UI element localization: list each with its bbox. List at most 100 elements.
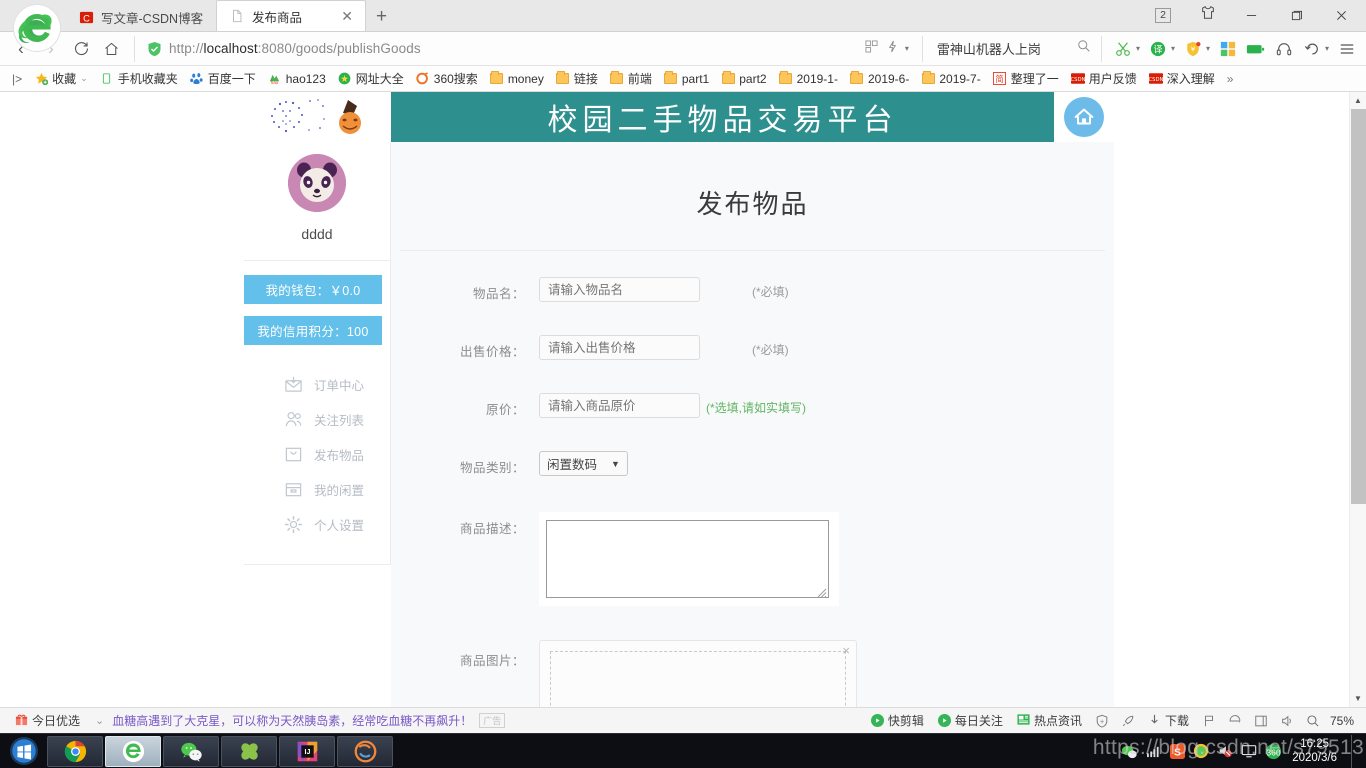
apps-grid-icon[interactable] [1215, 36, 1241, 62]
bookmark-folder-money[interactable]: money [484, 68, 550, 90]
category-select[interactable]: 闲置数码 ▼ [539, 451, 628, 476]
window-count-badge[interactable]: 2 [1155, 8, 1171, 23]
bookmark-web-directory[interactable]: 网址大全 [332, 68, 410, 90]
bookmark-favorites[interactable]: 收藏 ⌄ [28, 68, 94, 90]
bookmark-360-search[interactable]: 360搜索 [410, 68, 484, 90]
hot-news-button[interactable]: 热点资讯 [1010, 712, 1089, 729]
taskbar-app-clover[interactable] [221, 736, 277, 767]
shield-tray-icon[interactable] [1192, 742, 1210, 760]
taskbar-app-firefox[interactable] [337, 736, 393, 767]
taskbar-app-360-browser[interactable] [105, 736, 161, 767]
bookmarks-expand-icon[interactable]: |> [4, 68, 28, 90]
search-icon[interactable] [1077, 39, 1091, 58]
shield-guard-icon[interactable]: ¥ [1180, 36, 1206, 62]
menu-icon[interactable] [1334, 36, 1360, 62]
wechat-tray-icon[interactable] [1120, 742, 1138, 760]
battery-icon[interactable] [1243, 36, 1269, 62]
sidebar-item-personal-settings[interactable]: 个人设置 [244, 507, 390, 542]
sidebar-item-my-idle[interactable]: 我的闲置 [244, 472, 390, 507]
maximize-button[interactable] [1274, 0, 1319, 31]
history-back-icon[interactable] [1299, 36, 1325, 62]
clock[interactable]: 16:25 2020/3/6 [1288, 737, 1345, 765]
minimize-button[interactable] [1229, 0, 1274, 31]
home-icon[interactable] [1064, 97, 1104, 137]
bookmark-folder-links[interactable]: 链接 [550, 68, 604, 90]
search-box[interactable]: 雷神山机器人上岗 [922, 36, 1091, 62]
scroll-down-arrow-icon[interactable]: ▼ [1350, 690, 1366, 707]
lightning-icon[interactable] [887, 40, 898, 58]
original-price-input[interactable] [539, 393, 700, 418]
download-button[interactable]: 下载 [1141, 712, 1196, 729]
sidebar-item-order-center[interactable]: 订单中心 [244, 367, 390, 402]
tab-csdn-blog[interactable]: C 写文章-CSDN博客 [66, 3, 216, 31]
close-icon[interactable]: ✕ [339, 9, 355, 23]
avatar[interactable] [288, 154, 346, 212]
quick-edit-button[interactable]: 快剪辑 [864, 712, 931, 729]
ad-text[interactable]: 血糖高遇到了大克星，可以称为天然胰岛素，经常吃血糖不再飙升！ [112, 712, 472, 729]
tab-publish-goods[interactable]: 发布商品 ✕ [216, 0, 366, 31]
sound-icon[interactable] [1274, 710, 1300, 732]
price-input[interactable] [539, 335, 700, 360]
chevron-down-icon[interactable]: ▾ [1325, 44, 1329, 53]
bookmark-hao123[interactable]: hao hao123 [262, 68, 332, 90]
zoom-level[interactable]: 75% [1326, 714, 1358, 728]
network-icon[interactable] [1144, 742, 1162, 760]
bookmark-user-feedback[interactable]: CSDN 用户反馈 [1065, 68, 1143, 90]
bookmark-folder-2019-7[interactable]: 2019-7- [915, 68, 986, 90]
qrcode-icon[interactable] [865, 40, 878, 58]
scroll-up-arrow-icon[interactable]: ▲ [1350, 92, 1366, 109]
bookmark-baidu[interactable]: 百度一下 [184, 68, 262, 90]
bookmark-folder-frontend[interactable]: 前端 [604, 68, 658, 90]
chevron-down-icon[interactable]: ▾ [905, 44, 909, 53]
flag-icon[interactable] [1196, 710, 1222, 732]
start-icon[interactable] [2, 735, 46, 768]
bookmark-folder-2019-6[interactable]: 2019-6- [844, 68, 915, 90]
shield-icon[interactable]: + [1089, 710, 1115, 732]
image-upload-area[interactable]: × [539, 640, 857, 707]
bookmark-folder-2019-1[interactable]: 2019-1- [773, 68, 844, 90]
close-icon[interactable]: × [842, 643, 850, 658]
skin-icon[interactable] [1187, 5, 1229, 25]
headphones-icon[interactable] [1271, 36, 1297, 62]
search-icon[interactable] [1300, 710, 1326, 732]
home-button-icon[interactable] [96, 34, 126, 64]
bookmark-jian[interactable]: 简 整理了一 [987, 68, 1065, 90]
bookmark-mobile-favorites[interactable]: 手机收藏夹 [94, 68, 184, 90]
resize-handle-icon[interactable] [816, 585, 827, 596]
taskbar-app-wechat[interactable] [163, 736, 219, 767]
taskbar-app-chrome[interactable] [47, 736, 103, 767]
page-scrollbar[interactable]: ▲ ▼ [1349, 92, 1366, 707]
scrollbar-track[interactable] [1350, 109, 1366, 690]
new-tab-button[interactable]: + [366, 6, 397, 31]
360-tray-icon[interactable]: 360 [1264, 742, 1282, 760]
sidebar-item-publish-goods[interactable]: 发布物品 [244, 437, 390, 472]
scrollbar-thumb[interactable] [1351, 109, 1366, 504]
name-input[interactable] [539, 277, 700, 302]
scissors-icon[interactable] [1110, 36, 1136, 62]
bookmark-deep-understanding[interactable]: CSDN 深入理解 [1143, 68, 1221, 90]
description-textarea[interactable] [546, 520, 829, 598]
chevron-down-icon[interactable]: ▾ [1136, 44, 1140, 53]
daily-follow-button[interactable]: 每日关注 [931, 712, 1010, 729]
taskbar-app-intellij-idea[interactable]: IJ [279, 736, 335, 767]
rocket-icon[interactable] [1115, 710, 1141, 732]
credit-score-button[interactable]: 我的信用积分：100 [244, 316, 382, 345]
monitor-icon[interactable] [1240, 742, 1258, 760]
bookmark-folder-part1[interactable]: part1 [658, 68, 715, 90]
show-desktop-button[interactable] [1351, 735, 1360, 768]
expand-icon[interactable]: ⌄ [87, 714, 112, 727]
bookmark-folder-part2[interactable]: part2 [715, 68, 772, 90]
wallet-button[interactable]: 我的钱包：￥0.0 [244, 275, 382, 304]
sidebar-item-follow-list[interactable]: 关注列表 [244, 402, 390, 437]
address-bar[interactable]: http://localhost:8080/goods/publishGoods… [134, 36, 922, 62]
close-window-button[interactable] [1319, 0, 1364, 31]
reload-icon[interactable] [66, 34, 96, 64]
mute-icon[interactable] [1216, 742, 1234, 760]
translate-icon[interactable]: 译 [1145, 36, 1171, 62]
daily-deals-button[interactable]: 今日优选 [8, 712, 87, 729]
window-icon[interactable] [1248, 710, 1274, 732]
chevron-down-icon[interactable]: ▾ [1171, 44, 1175, 53]
chevron-down-icon[interactable]: ▾ [1206, 44, 1210, 53]
image-dropzone[interactable] [550, 651, 846, 707]
chevron-down-icon[interactable]: ⌄ [80, 73, 88, 84]
